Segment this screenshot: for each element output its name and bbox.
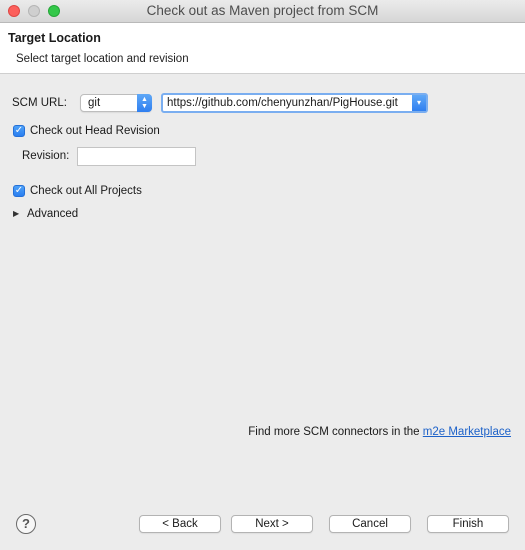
revision-label: Revision: [22,150,70,162]
dialog-window: Check out as Maven project from SCM Targ… [0,0,525,550]
scm-url-value: https://github.com/chenyunzhan/PigHouse.… [167,97,398,109]
select-stepper-icon: ▲ ▼ [137,94,152,112]
page-description: Select target location and revision [16,53,189,65]
scm-url-label: SCM URL: [12,97,67,109]
back-button[interactable]: < Back [139,515,221,533]
advanced-section-toggle[interactable]: Advanced [27,208,78,220]
scm-type-value: git [88,97,101,109]
finish-button[interactable]: Finish [427,515,509,533]
disclosure-triangle-icon[interactable]: ▶ [13,209,19,218]
scm-url-combo[interactable]: https://github.com/chenyunzhan/PigHouse.… [161,93,428,113]
all-projects-checkbox[interactable]: ✓ [13,185,25,197]
title-bar: Check out as Maven project from SCM [0,0,525,23]
wizard-header: Target Location Select target location a… [0,23,525,74]
window-title: Check out as Maven project from SCM [146,3,379,18]
marketplace-text: Find more SCM connectors in the [248,426,423,438]
head-revision-checkbox[interactable]: ✓ [13,125,25,137]
next-button[interactable]: Next > [231,515,313,533]
marketplace-link[interactable]: m2e Marketplace [423,426,511,438]
marketplace-note: Find more SCM connectors in the m2e Mark… [248,426,511,438]
chevron-down-icon[interactable]: ▾ [412,95,426,111]
head-revision-label[interactable]: Check out Head Revision [30,125,160,137]
cancel-button[interactable]: Cancel [329,515,411,533]
revision-input[interactable] [77,147,196,166]
help-icon[interactable]: ? [16,514,36,534]
all-projects-label[interactable]: Check out All Projects [30,185,142,197]
scm-type-select[interactable]: git ▲ ▼ [80,94,152,112]
page-title: Target Location [8,31,101,45]
